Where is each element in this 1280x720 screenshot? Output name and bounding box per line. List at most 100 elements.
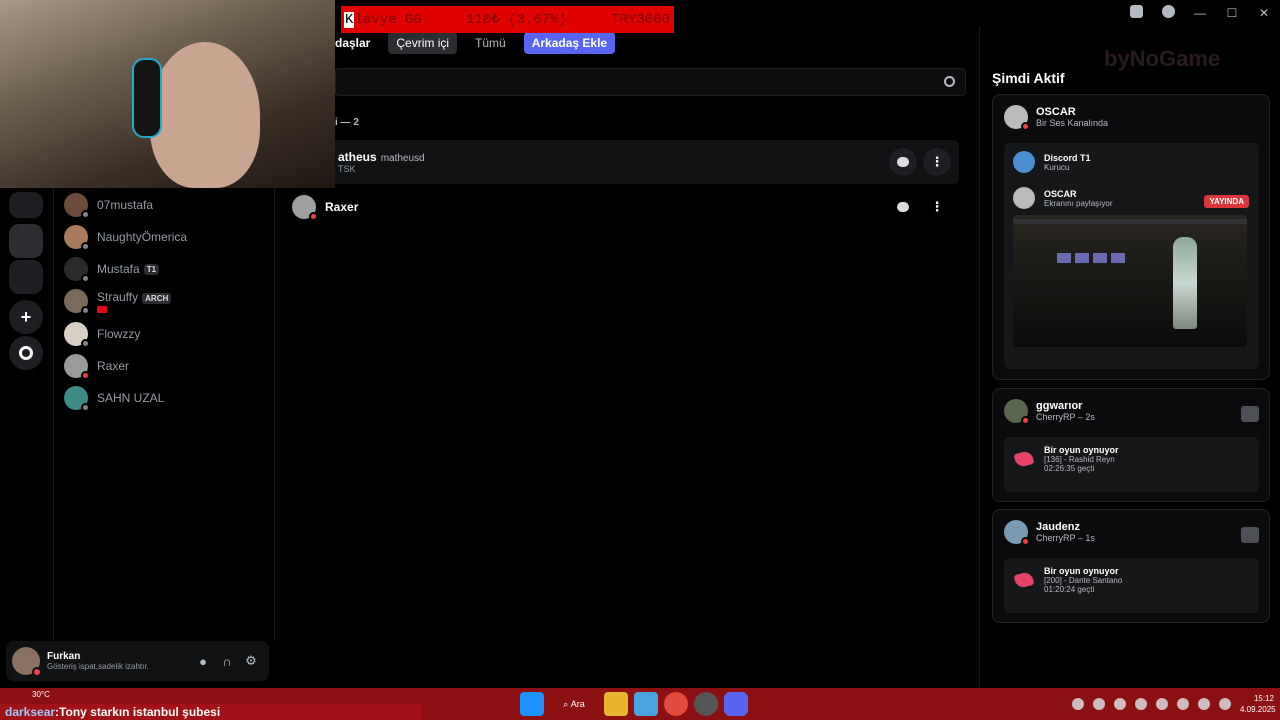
marquee-text: :Tony starkın istanbul şubesi [55, 705, 221, 719]
avatar [1013, 187, 1035, 209]
microphone-icon[interactable]: ● [191, 654, 215, 669]
dm-name: Raxer [97, 359, 130, 373]
user-status: Gösteriş ispat,sadelik izahtır. [47, 662, 149, 671]
dm-item[interactable]: Raxer [64, 350, 269, 382]
dm-name: Flowzzy [97, 327, 141, 341]
dm-item[interactable]: Mustafa T1 [64, 253, 269, 285]
game-box: Bir oyun oynuyor [200] - Dante Santano 0… [1004, 558, 1259, 613]
server-folder-icon[interactable] [9, 260, 43, 294]
headphones-icon[interactable]: ∩ [215, 654, 239, 669]
server-role: Kurucu [1044, 162, 1070, 172]
tab-all[interactable]: Tümü [467, 32, 514, 54]
close-button[interactable]: ✕ [1248, 6, 1280, 20]
tray-app-icon[interactable] [1114, 698, 1126, 710]
status-indicator [309, 212, 318, 221]
more-options-button[interactable]: ⋮ [923, 148, 951, 176]
message-button[interactable] [889, 148, 917, 176]
tab-online[interactable]: Çevrim içi [388, 32, 458, 54]
taskbar: 30°C darksear:Tony starkın istanbul şube… [0, 688, 1280, 720]
inbox-icon[interactable] [1120, 5, 1152, 21]
activity-subtitle: Bir Ses Kanalında [1036, 118, 1109, 128]
activity-subtitle: CherryRP – 1s [1036, 533, 1095, 543]
discord-icon[interactable] [724, 692, 748, 716]
file-explorer-icon[interactable] [604, 692, 628, 716]
message-button[interactable] [889, 193, 917, 221]
activity-user-name: ggwarıor [1036, 400, 1083, 412]
server-folder-icon[interactable] [9, 224, 43, 258]
more-options-button[interactable]: ⋮ [923, 193, 951, 221]
status-indicator [1021, 122, 1030, 131]
compass-icon [19, 346, 33, 360]
microphone-icon[interactable] [1177, 698, 1189, 710]
chrome-icon[interactable] [664, 692, 688, 716]
dm-item[interactable]: 07mustafa [64, 189, 269, 221]
activity-subtitle: CherryRP – 2s [1036, 412, 1095, 422]
status-indicator [81, 403, 90, 412]
marquee-user: darksear [5, 705, 56, 719]
tray-discord-icon[interactable] [1093, 698, 1105, 710]
dm-item[interactable]: NaughtyÖmerica [64, 221, 269, 253]
server-name: Discord T1 [1044, 152, 1091, 163]
start-icon[interactable] [520, 692, 544, 716]
clock[interactable]: 15:12 4.09.2025 [1240, 693, 1276, 715]
tray-chevron-icon[interactable] [1072, 698, 1084, 710]
server-tag-badge: T1 [143, 263, 160, 275]
search-input[interactable] [336, 69, 916, 95]
server-row[interactable]: Discord T1 Kurucu [1013, 151, 1091, 173]
friend-status-text: TSK [338, 164, 356, 174]
friend-row[interactable]: Raxer ⋮ [287, 185, 959, 229]
chat-bubble-icon [897, 157, 909, 167]
friend-row[interactable]: atheus matheusd TSK ⋮ [287, 140, 959, 184]
app-icon[interactable] [634, 692, 658, 716]
activity-user-name: Jaudenz [1036, 521, 1081, 533]
game-elapsed: 01:20:24 geçti [1044, 585, 1095, 594]
friends-main: daşlar Çevrim içi Tümü Arkadaş Ekle i — … [275, 26, 978, 688]
status-indicator [81, 242, 90, 251]
chat-marquee: darksear:Tony starkın istanbul şubesi [0, 704, 422, 720]
game-icon [1013, 448, 1035, 470]
gear-icon[interactable]: ⚙ [239, 653, 263, 669]
add-friend-button[interactable]: Arkadaş Ekle [523, 32, 616, 54]
add-server-button[interactable]: + [9, 300, 43, 334]
donation-ticker: Klavye GG 110₺ (3.67%) TRY3000 [341, 6, 674, 33]
tab-friends[interactable]: daşlar [335, 32, 378, 54]
stream-preview[interactable] [1013, 215, 1247, 347]
taskbar-search[interactable]: ⌕ Ara [550, 692, 598, 716]
dm-name: NaughtyÖmerica [97, 230, 188, 244]
webcam-overlay [0, 0, 335, 188]
activity-card[interactable]: OSCAR Bir Ses Kanalında Discord T1 Kuruc… [992, 94, 1270, 380]
tray-network-icon[interactable] [1156, 698, 1168, 710]
weather-widget[interactable]: 30°C [32, 690, 50, 699]
app-icon[interactable] [694, 692, 718, 716]
volume-icon[interactable] [1219, 698, 1231, 710]
avatar [64, 386, 90, 412]
avatar [292, 195, 318, 221]
dm-item[interactable]: Strauffy ARCH [64, 285, 269, 317]
taskbar-search-label: Ara [570, 699, 585, 709]
avatar[interactable] [12, 647, 42, 677]
maximize-button[interactable]: ☐ [1216, 6, 1248, 20]
dm-item[interactable]: Flowzzy [64, 318, 269, 350]
active-now-panel: Şimdi Aktif OSCAR Bir Ses Kanalında Disc… [979, 26, 1280, 688]
wifi-icon[interactable] [1198, 698, 1210, 710]
dm-name: Strauffy [97, 289, 139, 304]
status-indicator [1021, 416, 1030, 425]
dm-item[interactable]: SAHN UZAL [64, 382, 269, 414]
game-box: Bir oyun oynuyor [136] - Rashid Reyn 02:… [1004, 437, 1259, 492]
chat-bubble-icon [897, 202, 909, 212]
status-indicator [81, 306, 90, 315]
help-icon[interactable] [1152, 5, 1184, 21]
activity-card[interactable]: ggwarıor CherryRP – 2s Bir oyun oynuyor … [992, 388, 1270, 502]
streamer-row[interactable]: OSCAR Ekranını paylaşıyor [1013, 187, 1112, 209]
activity-card[interactable]: Jaudenz CherryRP – 1s Bir oyun oynuyor [… [992, 509, 1270, 623]
activity-user-name: OSCAR [1036, 106, 1076, 118]
server-icon[interactable] [9, 192, 43, 218]
avatar [64, 289, 90, 315]
minimize-button[interactable]: — [1184, 6, 1216, 20]
friend-name: Raxer [325, 200, 359, 214]
tray-app-icon[interactable] [1135, 698, 1147, 710]
active-now-title: Şimdi Aktif [992, 70, 1065, 86]
explore-button[interactable] [9, 336, 43, 370]
streamer-activity: Ekranını paylaşıyor [1044, 198, 1113, 208]
streamer-name: OSCAR [1044, 188, 1077, 199]
